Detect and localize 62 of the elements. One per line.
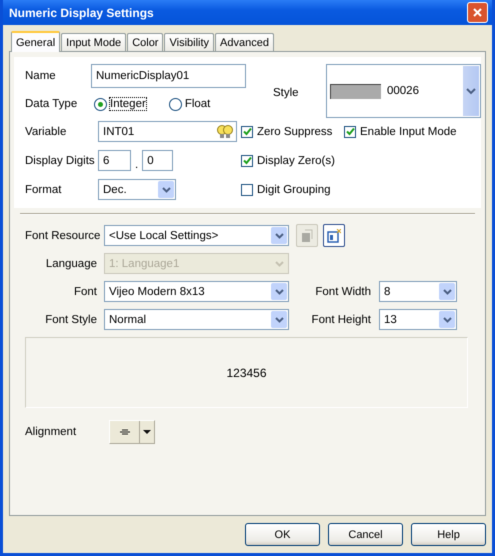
checkbox-label: Enable Input Mode	[360, 126, 457, 138]
checkbox[interactable]	[241, 126, 253, 138]
dropdown[interactable]: Vijeo Modern 8x13	[104, 281, 289, 302]
radio-button[interactable]	[94, 98, 107, 110]
checkbox[interactable]	[241, 154, 253, 166]
tab[interactable]: Advanced	[215, 33, 274, 51]
dialog-button[interactable]: Cancel	[328, 523, 403, 546]
field-label: Font Width	[314, 286, 371, 298]
tab[interactable]: Visibility	[164, 33, 214, 51]
dropdown[interactable]: Normal	[104, 309, 289, 330]
align-center-icon	[120, 429, 130, 435]
radio-label: Float	[184, 98, 210, 110]
window-title: Numeric Display Settings	[9, 6, 154, 20]
dialog-button[interactable]: OK	[245, 523, 320, 546]
preview-text: 123456	[226, 366, 267, 380]
close-icon	[472, 7, 483, 18]
close-button[interactable]	[467, 2, 488, 23]
chevron-down-icon	[162, 186, 170, 192]
field-label: Name	[25, 70, 57, 82]
tab[interactable]: General	[11, 31, 60, 52]
field-label: Format	[25, 184, 62, 196]
field-label: Variable	[25, 126, 68, 138]
field-label: Data Type	[25, 98, 78, 110]
chevron-down-icon	[442, 288, 452, 294]
chevron-down-icon	[466, 88, 476, 94]
field-label: Font	[72, 286, 97, 298]
radio-label: Integer	[110, 98, 146, 110]
chevron-down-icon	[274, 316, 284, 322]
field-label: Style	[273, 87, 300, 101]
chevron-down-icon	[274, 232, 284, 238]
integer-digits-field[interactable]: 6	[98, 150, 131, 171]
variable-field[interactable]: INT01	[98, 121, 237, 142]
name-field[interactable]: NumericDisplay01	[91, 64, 246, 88]
checkbox[interactable]	[344, 126, 356, 138]
field-label: Font Height	[310, 314, 371, 326]
style-dropdown[interactable]: 00026	[326, 64, 481, 118]
chevron-down-icon	[274, 288, 284, 294]
tab[interactable]: Input Mode	[61, 33, 126, 51]
caret-down-icon	[143, 430, 151, 434]
dropdown[interactable]: <Use Local Settings>	[104, 225, 289, 246]
new-window-icon[interactable]	[323, 224, 345, 247]
field-label: Font Style	[44, 314, 97, 326]
checkbox-label: Digit Grouping	[257, 184, 331, 196]
dropdown[interactable]: 8	[379, 281, 457, 302]
alignment-button[interactable]	[109, 420, 155, 444]
field-label: Language	[44, 258, 97, 270]
field-label: Alignment	[25, 426, 78, 438]
checkbox-label: Display Zero(s)	[257, 154, 335, 166]
fraction-digits-field[interactable]: 0	[142, 150, 174, 171]
radio-button[interactable]	[168, 98, 182, 110]
dropdown-button[interactable]	[139, 421, 154, 443]
checkbox-label: Zero Suppress	[257, 126, 332, 138]
format-dropdown[interactable]: Dec.	[98, 179, 176, 200]
chevron-down-icon	[274, 260, 284, 266]
tab[interactable]: Color	[127, 33, 164, 51]
decimal-separator: .	[135, 159, 138, 171]
dialog-button[interactable]: Help	[411, 523, 486, 546]
checkbox[interactable]	[241, 184, 253, 196]
field-label: Display Digits	[25, 154, 96, 166]
lightbulb-icon[interactable]	[216, 124, 234, 140]
dropdown[interactable]: 13	[379, 309, 457, 330]
chevron-down-icon	[442, 316, 452, 322]
